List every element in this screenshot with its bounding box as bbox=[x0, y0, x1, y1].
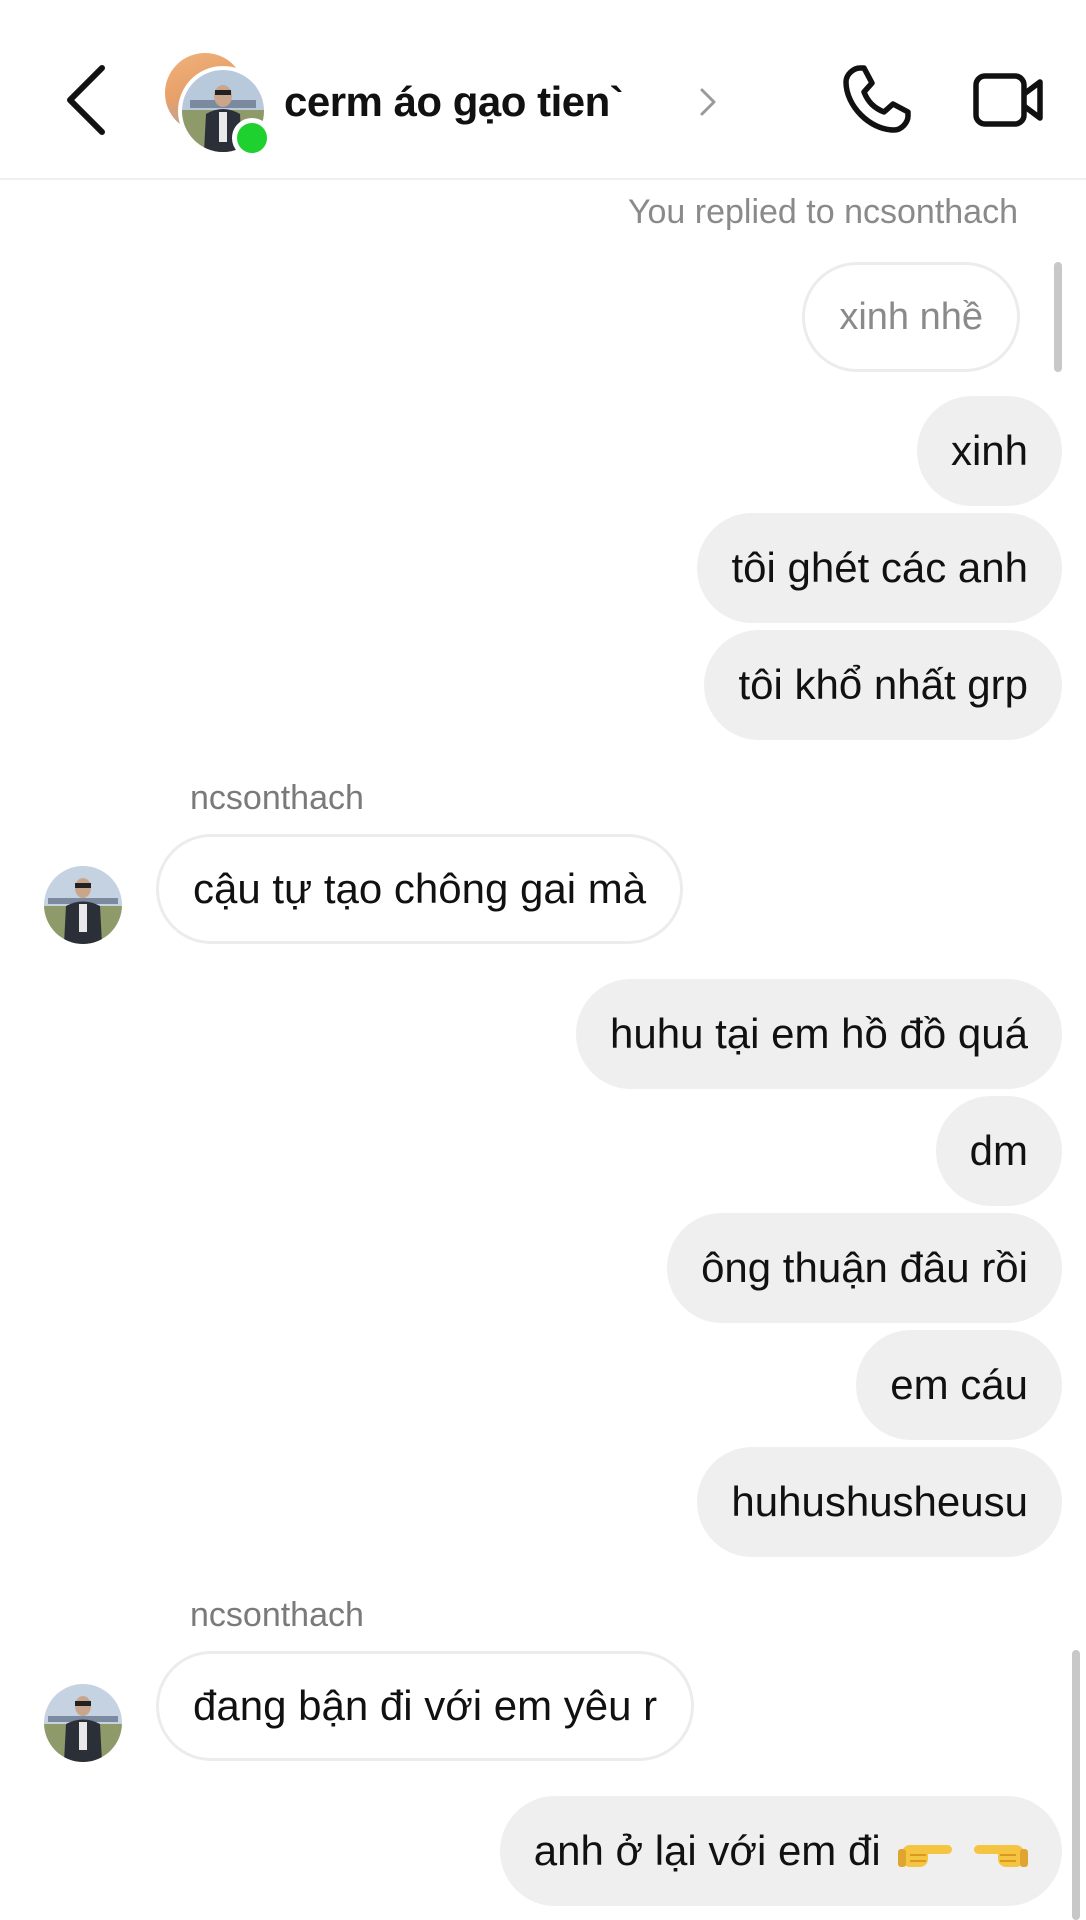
chat-title[interactable]: cerm áo gạo tien` bbox=[284, 74, 624, 130]
message-text: anh ở lại với em đi bbox=[533, 1827, 881, 1874]
avatar[interactable] bbox=[44, 1684, 122, 1762]
pointing-right-hand-icon bbox=[898, 1837, 954, 1871]
outgoing-message[interactable]: dm bbox=[935, 1096, 1062, 1206]
avatar[interactable] bbox=[44, 866, 122, 944]
chevron-left-icon[interactable] bbox=[58, 62, 114, 138]
chat-header: cerm áo gạo tien` bbox=[0, 0, 1086, 180]
quoted-message[interactable]: xinh nhề bbox=[802, 262, 1020, 372]
outgoing-message[interactable]: em cáu bbox=[856, 1330, 1062, 1440]
scrollbar-thumb[interactable] bbox=[1054, 262, 1062, 372]
reply-context-label: You replied to ncsonthach bbox=[627, 193, 1018, 231]
phone-icon[interactable] bbox=[838, 62, 914, 138]
video-camera-icon[interactable] bbox=[972, 68, 1046, 132]
pointing-left-hand-icon bbox=[972, 1837, 1028, 1871]
incoming-message[interactable]: cậu tự tạo chông gai mà bbox=[156, 834, 684, 944]
outgoing-message[interactable]: anh ở lại với em đi bbox=[499, 1796, 1062, 1906]
outgoing-message[interactable]: huhu tại em hồ đồ quá bbox=[576, 979, 1062, 1089]
sender-name: ncsonthach bbox=[190, 1596, 364, 1634]
chevron-right-icon[interactable] bbox=[696, 80, 720, 124]
group-avatar[interactable] bbox=[160, 50, 272, 160]
outgoing-message[interactable]: tôi khổ nhất grp bbox=[704, 630, 1062, 740]
incoming-message[interactable]: đang bận đi với em yêu r bbox=[156, 1651, 695, 1761]
outgoing-message[interactable]: huhushusheusu bbox=[697, 1447, 1062, 1557]
outgoing-message[interactable]: ông thuận đâu rồi bbox=[667, 1213, 1062, 1323]
sender-name: ncsonthach bbox=[190, 779, 364, 817]
outgoing-message[interactable]: tôi ghét các anh bbox=[697, 513, 1062, 623]
scrollbar-thumb[interactable] bbox=[1072, 1650, 1080, 1920]
outgoing-message[interactable]: xinh bbox=[916, 396, 1062, 506]
online-status-dot bbox=[232, 118, 272, 158]
